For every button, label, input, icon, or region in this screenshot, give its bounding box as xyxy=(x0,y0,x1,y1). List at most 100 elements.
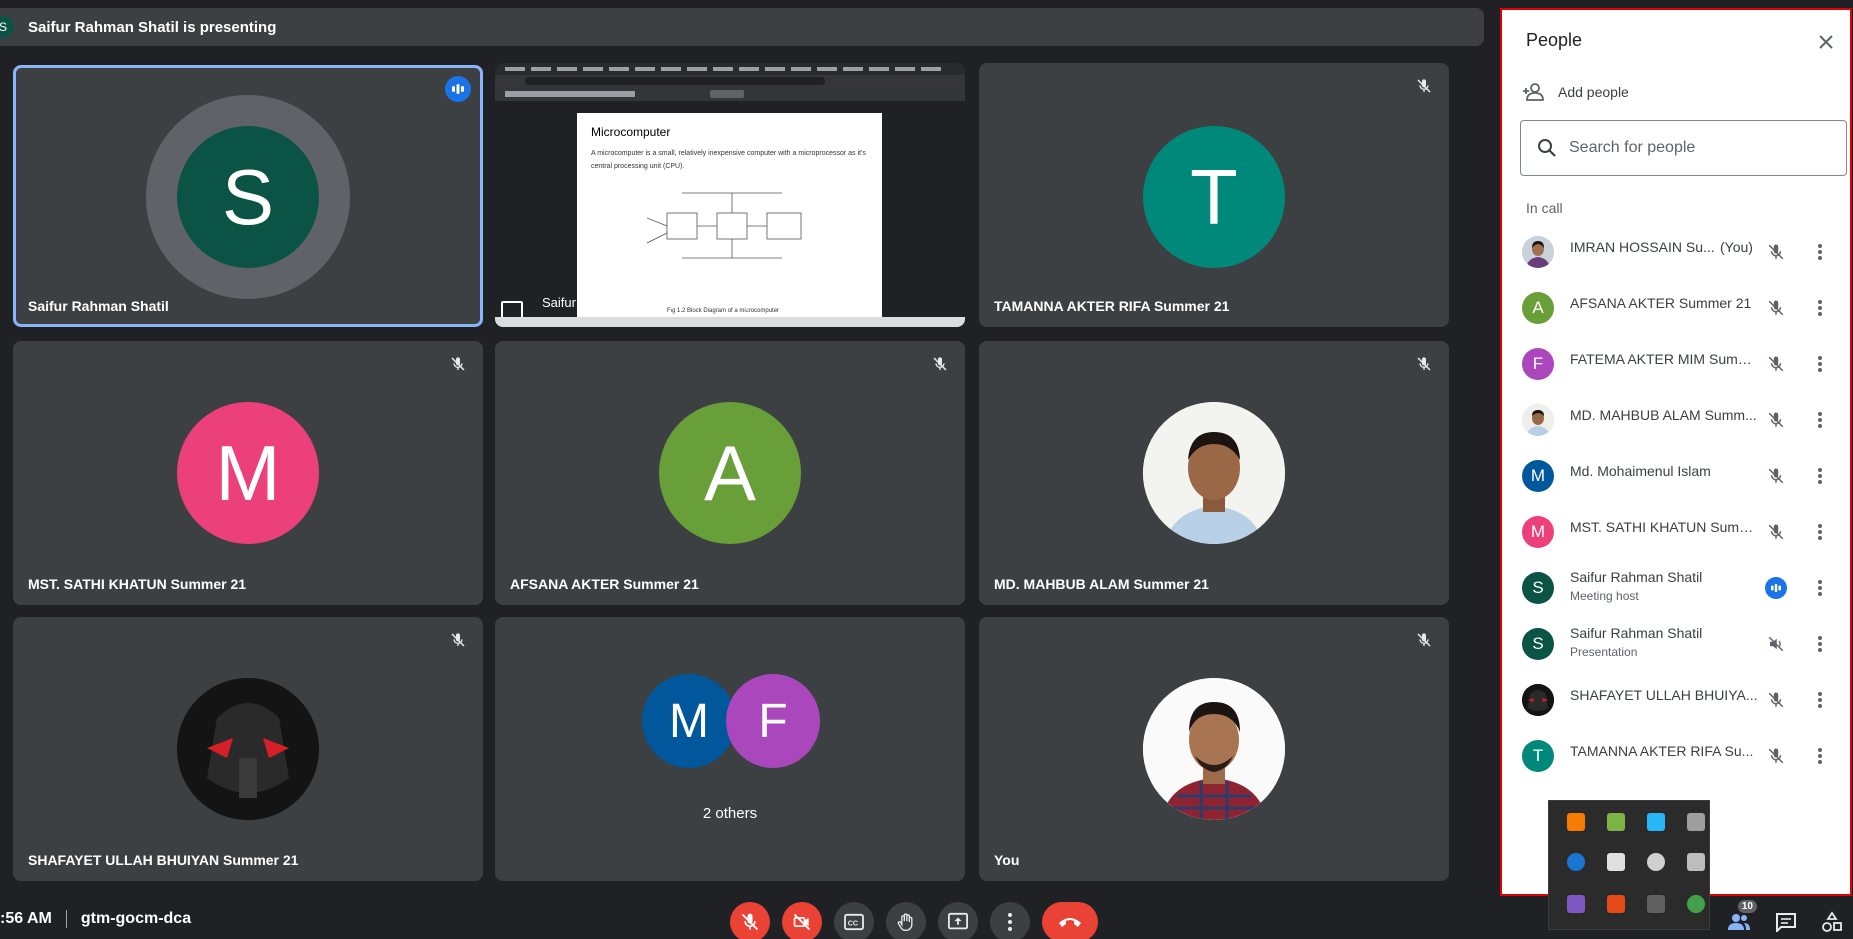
security-icon[interactable] xyxy=(1607,853,1625,871)
participant-more-button[interactable] xyxy=(1808,520,1832,544)
chat-button[interactable] xyxy=(1772,908,1800,936)
camera-off-icon xyxy=(793,913,811,931)
captions-button[interactable]: CC xyxy=(834,902,874,939)
tile-presentation[interactable]: Microcomputer A microcomputer is a small… xyxy=(495,63,965,327)
meeting-code[interactable]: gtm-gocm-dca xyxy=(81,910,191,928)
participant-name: Saifur Rahman Shatil xyxy=(1570,625,1703,641)
participant-row[interactable]: S Saifur Rahman Shatil Meeting host xyxy=(1502,560,1850,616)
search-box[interactable] xyxy=(1520,120,1847,176)
mic-toggle-button[interactable] xyxy=(730,902,770,939)
tile-tamanna[interactable]: T TAMANNA AKTER RIFA Summer 21 xyxy=(979,63,1449,327)
leave-call-button[interactable] xyxy=(1042,902,1098,939)
mic-off-icon xyxy=(1764,408,1788,432)
mic-off-icon xyxy=(1764,296,1788,320)
mic-off-icon xyxy=(1764,240,1788,264)
participant-name: MST. SATHI KHATUN Summ... xyxy=(1570,519,1760,535)
participant-row[interactable]: M Md. Mohaimenul Islam xyxy=(1502,448,1850,504)
participant-row[interactable]: S Saifur Rahman Shatil Presentation xyxy=(1502,616,1850,672)
avatar-mahbub-photo xyxy=(1143,402,1285,544)
participant-name: SHAFAYET ULLAH BHUIYA... xyxy=(1570,687,1758,703)
participant-row[interactable]: MD. MAHBUB ALAM Summ... xyxy=(1502,392,1850,448)
add-people-button[interactable]: Add people xyxy=(1522,82,1629,102)
participant-more-button[interactable] xyxy=(1808,576,1832,600)
volume-off-icon xyxy=(1764,632,1788,656)
tray-app-icon[interactable] xyxy=(1647,895,1665,913)
tile-sathi[interactable]: M MST. SATHI KHATUN Summer 21 xyxy=(13,341,483,605)
participant-more-button[interactable] xyxy=(1808,632,1832,656)
activities-button[interactable] xyxy=(1818,908,1846,936)
participant-avatar: F xyxy=(1522,348,1554,380)
more-vert-icon xyxy=(1818,524,1822,540)
more-vert-icon xyxy=(1818,748,1822,764)
participant-role: Meeting host xyxy=(1570,589,1639,603)
participant-more-button[interactable] xyxy=(1808,744,1832,768)
presenting-banner: S Saifur Rahman Shatil is presenting xyxy=(0,8,1484,46)
participant-row[interactable]: F FATEMA AKTER MIM Summ... xyxy=(1502,336,1850,392)
participant-more-button[interactable] xyxy=(1808,408,1832,432)
tray-app-icon[interactable] xyxy=(1687,853,1705,871)
participant-row[interactable]: M MST. SATHI KHATUN Summ... xyxy=(1502,504,1850,560)
participant-row[interactable]: IMRAN HOSSAIN Su... (You) xyxy=(1502,224,1850,280)
participant-role: Presentation xyxy=(1570,645,1638,659)
participant-row[interactable]: T TAMANNA AKTER RIFA Su... xyxy=(1502,728,1850,784)
participant-row[interactable]: A AFSANA AKTER Summer 21 xyxy=(1502,280,1850,336)
bluetooth-icon[interactable] xyxy=(1567,853,1585,871)
present-now-button[interactable] xyxy=(938,902,978,939)
more-options-button[interactable] xyxy=(990,902,1030,939)
participant-more-button[interactable] xyxy=(1808,240,1832,264)
tray-app-icon[interactable] xyxy=(1567,813,1585,831)
tile-you[interactable]: You xyxy=(979,617,1449,881)
participant-name: Saifur Rahman Shatil xyxy=(1570,569,1703,585)
tile-mahbub[interactable]: MD. MAHBUB ALAM Summer 21 xyxy=(979,341,1449,605)
participant-more-button[interactable] xyxy=(1808,464,1832,488)
tile-shafayet[interactable]: SHAFAYET ULLAH BHUIYAN Summer 21 xyxy=(13,617,483,881)
participant-row[interactable]: SHAFAYET ULLAH BHUIYA... xyxy=(1502,672,1850,728)
speaking-indicator-icon xyxy=(1765,577,1787,599)
participant-more-button[interactable] xyxy=(1808,352,1832,376)
tile-others[interactable]: M F 2 others xyxy=(495,617,965,881)
tray-app-icon[interactable] xyxy=(1647,813,1665,831)
tray-app-icon[interactable] xyxy=(1687,813,1705,831)
tile-name: AFSANA AKTER Summer 21 xyxy=(510,576,699,592)
mic-off-icon xyxy=(1764,464,1788,488)
raise-hand-button[interactable] xyxy=(886,902,926,939)
mic-off-icon xyxy=(741,913,759,931)
others-label: 2 others xyxy=(702,805,758,822)
participant-more-button[interactable] xyxy=(1808,688,1832,712)
avatar-shafayet-photo xyxy=(177,678,319,820)
avatar-afsana: A xyxy=(659,402,801,544)
tile-name: Saifur Rahman Shatil xyxy=(28,298,169,314)
mic-off-icon xyxy=(1764,520,1788,544)
camera-toggle-button[interactable] xyxy=(782,902,822,939)
search-input[interactable] xyxy=(1569,139,1819,157)
close-panel-button[interactable] xyxy=(1814,30,1838,54)
divider xyxy=(65,910,67,928)
participant-more-button[interactable] xyxy=(1808,296,1832,320)
participant-avatar: M xyxy=(1522,460,1554,492)
presenter-avatar: S xyxy=(0,16,14,38)
present-screen-icon xyxy=(948,912,968,930)
meeting-time: :56 AM xyxy=(0,910,52,927)
participant-avatar: S xyxy=(1522,572,1554,604)
tile-name: TAMANNA AKTER RIFA Summer 21 xyxy=(994,298,1230,314)
tray-app-icon[interactable] xyxy=(1687,895,1705,913)
add-person-icon xyxy=(1523,83,1544,101)
tray-app-icon[interactable] xyxy=(1567,895,1585,913)
people-count-badge: 10 xyxy=(1737,900,1757,913)
microphone-icon[interactable] xyxy=(1647,853,1665,871)
tray-app-icon[interactable] xyxy=(1607,895,1625,913)
avatar-other-f: F xyxy=(726,674,820,768)
tile-afsana[interactable]: A AFSANA AKTER Summer 21 xyxy=(495,341,965,605)
mic-off-icon xyxy=(447,353,469,375)
mic-off-icon xyxy=(1764,352,1788,376)
participant-name: TAMANNA AKTER RIFA Su... xyxy=(1570,743,1754,759)
tray-app-icon[interactable] xyxy=(1607,813,1625,831)
more-vert-icon xyxy=(1818,244,1822,260)
search-icon xyxy=(1538,139,1556,157)
tile-saifur[interactable]: S Saifur Rahman Shatil xyxy=(13,65,483,327)
more-vert-icon xyxy=(1818,356,1822,372)
block-diagram xyxy=(647,192,802,259)
people-button[interactable]: 10 xyxy=(1725,900,1757,936)
participant-name: Md. Mohaimenul Islam xyxy=(1570,463,1711,479)
speaking-indicator-icon xyxy=(445,76,471,102)
